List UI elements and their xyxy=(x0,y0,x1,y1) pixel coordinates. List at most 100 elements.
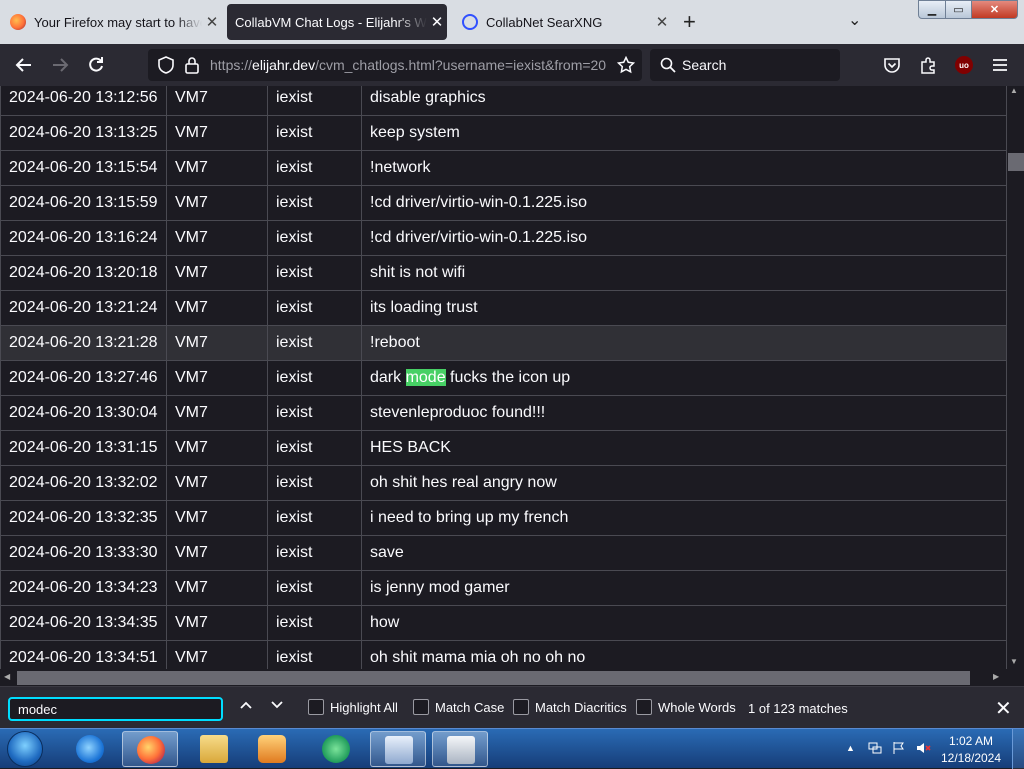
clock-date[interactable]: 12/18/2024 xyxy=(940,751,1002,765)
message-cell: dark mode fucks the icon up xyxy=(361,360,1007,396)
tab-firefox-notice[interactable]: Your Firefox may start to have p ✕ xyxy=(0,4,222,40)
vertical-scrollbar[interactable] xyxy=(1007,86,1024,669)
whole-words-checkbox[interactable]: Whole Words xyxy=(636,699,736,715)
clock-time[interactable]: 1:02 AM xyxy=(940,734,1002,748)
forward-icon[interactable] xyxy=(48,53,72,77)
firefox-icon[interactable] xyxy=(122,731,178,767)
window-close-button[interactable]: ✕ xyxy=(971,0,1018,19)
file-explorer-icon[interactable] xyxy=(186,731,242,767)
scroll-left-icon[interactable]: ◀ xyxy=(4,672,10,681)
timestamp-cell: 2024-06-20 13:31:15 xyxy=(0,430,167,466)
find-close-button[interactable]: ✕ xyxy=(995,696,1012,721)
horizontal-scroll-thumb[interactable] xyxy=(17,671,970,685)
reload-icon[interactable] xyxy=(84,53,108,77)
network-icon[interactable] xyxy=(868,741,882,755)
close-icon[interactable]: ✕ xyxy=(202,13,222,31)
minimize-button[interactable]: ▁ xyxy=(918,0,946,19)
bookmark-star-icon[interactable] xyxy=(614,53,638,77)
show-desktop-button[interactable] xyxy=(1012,729,1024,769)
menu-icon[interactable] xyxy=(988,53,1012,77)
lock-icon[interactable] xyxy=(180,53,204,77)
vm-cell: VM7 xyxy=(166,360,268,396)
list-all-tabs-button[interactable]: ⌄ xyxy=(848,10,861,30)
scroll-down-icon[interactable]: ▼ xyxy=(1010,657,1018,666)
highlight-all-checkbox[interactable]: Highlight All xyxy=(308,699,398,715)
close-icon[interactable]: ✕ xyxy=(652,13,672,31)
chat-log-table: 2024-06-20 13:12:56 VM7 iexist disable grap… xyxy=(0,86,1007,669)
table-row: 2024-06-20 13:21:24 VM7 iexist its loading … xyxy=(0,290,1007,326)
page-content: 2024-06-20 13:12:56 VM7 iexist disable grap… xyxy=(0,86,1007,669)
back-icon[interactable] xyxy=(12,53,36,77)
vm-cell: VM7 xyxy=(166,185,268,221)
tab-title: CollabVM Chat Logs - Elijahr's Web xyxy=(235,14,427,30)
checkbox-box[interactable] xyxy=(636,699,652,715)
navigation-toolbar: https://elijahr.dev/cvm_chatlogs.html?us… xyxy=(0,44,1024,86)
message-cell: !cd driver/virtio-win-0.1.225.iso xyxy=(361,220,1007,256)
username-cell: iexist xyxy=(267,150,362,186)
table-row: 2024-06-20 13:27:46 VM7 iexist dark mode fu… xyxy=(0,360,1007,396)
table-row: 2024-06-20 13:20:18 VM7 iexist shit is not … xyxy=(0,255,1007,291)
vm-cell: VM7 xyxy=(166,290,268,326)
start-button[interactable] xyxy=(7,731,43,767)
username-cell: iexist xyxy=(267,430,362,466)
message-cell: oh shit mama mia oh no oh no xyxy=(361,640,1007,669)
message-cell: !cd driver/virtio-win-0.1.225.iso xyxy=(361,185,1007,221)
vertical-scroll-thumb[interactable] xyxy=(1008,153,1024,171)
find-input[interactable] xyxy=(8,697,223,721)
message-cell: oh shit hes real angry now xyxy=(361,465,1007,501)
message-cell: how xyxy=(361,605,1007,641)
tab-strip: Your Firefox may start to have p ✕ Colla… xyxy=(0,0,1024,44)
message-cell: save xyxy=(361,535,1007,571)
new-tab-button[interactable]: + xyxy=(683,10,696,34)
url-scheme: https:// xyxy=(210,57,253,73)
address-bar[interactable]: https://elijahr.dev/cvm_chatlogs.html?us… xyxy=(148,49,642,81)
control-panel-icon[interactable] xyxy=(370,731,426,767)
match-case-checkbox[interactable]: Match Case xyxy=(413,699,504,715)
internet-explorer-icon[interactable] xyxy=(62,731,118,767)
volume-muted-icon[interactable] xyxy=(916,741,931,755)
maximize-button[interactable]: ▭ xyxy=(945,0,972,19)
tab-collabvm-chat-logs[interactable]: CollabVM Chat Logs - Elijahr's Web ✕ xyxy=(227,4,447,40)
checkbox-box[interactable] xyxy=(413,699,429,715)
media-center-icon[interactable] xyxy=(308,731,364,767)
table-row: 2024-06-20 13:21:28 VM7 iexist !reboot xyxy=(0,325,1007,361)
shield-icon[interactable] xyxy=(154,53,178,77)
table-row: 2024-06-20 13:33:30 VM7 iexist save xyxy=(0,535,1007,571)
recycle-bin-icon[interactable] xyxy=(432,731,488,767)
extensions-icon[interactable] xyxy=(916,53,940,77)
vm-cell: VM7 xyxy=(166,465,268,501)
message-cell: !reboot xyxy=(361,325,1007,361)
scroll-up-icon[interactable]: ▲ xyxy=(1010,86,1018,95)
checkbox-box[interactable] xyxy=(513,699,529,715)
table-row: 2024-06-20 13:32:35 VM7 iexist i need to br… xyxy=(0,500,1007,536)
timestamp-cell: 2024-06-20 13:33:30 xyxy=(0,535,167,571)
find-next-button[interactable] xyxy=(270,698,284,717)
url-text[interactable]: https://elijahr.dev/cvm_chatlogs.html?us… xyxy=(210,57,610,73)
search-input[interactable]: Search xyxy=(650,49,840,81)
match-diacritics-checkbox[interactable]: Match Diacritics xyxy=(513,699,627,715)
message-cell: HES BACK xyxy=(361,430,1007,466)
vm-cell: VM7 xyxy=(166,86,268,116)
timestamp-cell: 2024-06-20 13:34:23 xyxy=(0,570,167,606)
checkbox-label: Whole Words xyxy=(658,699,736,715)
show-hidden-icons-icon[interactable]: ▲ xyxy=(846,743,860,757)
vm-cell: VM7 xyxy=(166,430,268,466)
username-cell: iexist xyxy=(267,115,362,151)
timestamp-cell: 2024-06-20 13:15:59 xyxy=(0,185,167,221)
scroll-right-icon[interactable]: ▶ xyxy=(993,672,999,681)
timestamp-cell: 2024-06-20 13:16:24 xyxy=(0,220,167,256)
username-cell: iexist xyxy=(267,360,362,396)
timestamp-cell: 2024-06-20 13:12:56 xyxy=(0,86,167,116)
close-icon[interactable]: ✕ xyxy=(427,13,447,31)
pocket-icon[interactable] xyxy=(880,53,904,77)
tab-collabnet-searxng[interactable]: CollabNet SearXNG ✕ xyxy=(452,4,672,40)
find-previous-button[interactable] xyxy=(239,698,253,717)
media-player-icon[interactable] xyxy=(244,731,300,767)
timestamp-cell: 2024-06-20 13:34:51 xyxy=(0,640,167,669)
username-cell: iexist xyxy=(267,465,362,501)
checkbox-box[interactable] xyxy=(308,699,324,715)
action-center-flag-icon[interactable] xyxy=(892,741,906,755)
username-cell: iexist xyxy=(267,640,362,669)
ublock-origin-icon[interactable]: uo xyxy=(952,53,976,77)
message-cell: i need to bring up my french xyxy=(361,500,1007,536)
